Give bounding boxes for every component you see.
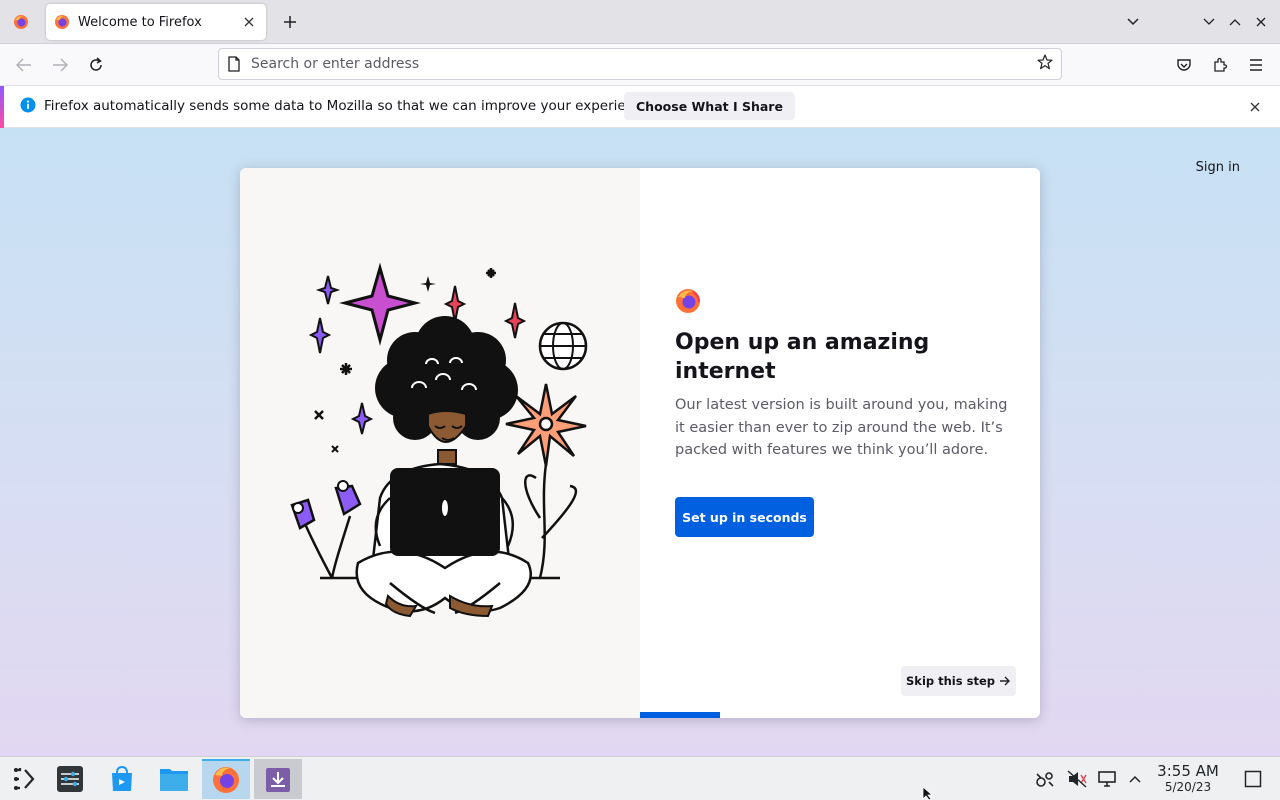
forward-icon[interactable] <box>46 51 74 79</box>
close-icon[interactable] <box>240 13 258 31</box>
show-desktop-icon[interactable] <box>1242 757 1264 800</box>
close-window-button[interactable] <box>1248 10 1274 34</box>
firefox-taskbar-item[interactable] <box>202 759 250 799</box>
close-icon <box>1256 17 1266 27</box>
clock[interactable]: 3:55 AM 5/20/23 <box>1150 762 1226 795</box>
system-settings-icon[interactable] <box>46 759 94 799</box>
taskbar: 3:55 AM 5/20/23 <box>0 756 1280 800</box>
clock-date: 5/20/23 <box>1164 780 1212 794</box>
page-icon <box>228 56 240 72</box>
chevron-up-icon[interactable] <box>1126 757 1144 800</box>
pocket-icon[interactable] <box>1170 51 1198 79</box>
page-title: Open up an amazing internet <box>675 330 930 384</box>
navigation-toolbar <box>0 44 1280 86</box>
info-icon <box>20 97 36 117</box>
content-panel: Open up an amazing internet Our latest v… <box>640 168 1040 718</box>
file-manager-icon[interactable] <box>150 759 198 799</box>
tab-strip: Welcome to Firefox <box>0 0 1280 44</box>
choose-what-i-share-button[interactable]: Choose What I Share <box>624 92 795 120</box>
chevron-down-icon[interactable] <box>1120 10 1146 34</box>
notification-accent <box>0 86 4 128</box>
maximize-button[interactable] <box>1222 10 1248 34</box>
url-bar[interactable] <box>218 48 1062 80</box>
skip-label: Skip this step <box>906 674 995 688</box>
skip-this-step-button[interactable]: Skip this step <box>901 666 1016 696</box>
onboarding-card: Open up an amazing internet Our latest v… <box>240 168 1040 718</box>
step-progress <box>640 712 1040 718</box>
page-content: Sign in Open up an amazing internet Our … <box>0 128 1280 756</box>
menu-icon[interactable] <box>1242 51 1270 79</box>
page-subtitle: Our latest version is built around you, … <box>675 397 1008 458</box>
notification-bar: Firefox automatically sends some data to… <box>0 86 1280 128</box>
arrow-right-icon <box>999 676 1010 686</box>
tab-title: Welcome to Firefox <box>78 14 202 30</box>
illustration-panel <box>240 168 640 718</box>
star-icon[interactable] <box>1037 54 1053 74</box>
minimize-button[interactable] <box>1196 10 1222 34</box>
mouse-cursor-icon <box>922 786 934 800</box>
notification-text: Firefox automatically sends some data to… <box>44 98 655 114</box>
person-with-laptop-illustration <box>290 262 588 618</box>
close-icon[interactable] <box>1246 98 1264 116</box>
search-input[interactable] <box>251 56 1037 72</box>
volume-muted-icon[interactable] <box>1066 757 1088 800</box>
installer-icon[interactable] <box>254 759 302 799</box>
plus-icon[interactable] <box>278 10 302 34</box>
firefox-view-button[interactable] <box>6 6 36 38</box>
network-icon[interactable] <box>1034 757 1056 800</box>
firefox-icon <box>14 15 28 29</box>
clock-time: 3:55 AM <box>1157 762 1219 780</box>
firefox-icon <box>675 288 701 318</box>
firefox-icon <box>55 15 69 29</box>
firefox-icon <box>213 767 239 793</box>
set-up-in-seconds-button[interactable]: Set up in seconds <box>675 497 814 537</box>
step-progress-fill <box>640 712 720 718</box>
display-icon[interactable] <box>1096 757 1118 800</box>
discover-icon[interactable] <box>98 759 146 799</box>
app-launcher-icon[interactable] <box>0 759 48 799</box>
extensions-icon[interactable] <box>1206 51 1234 79</box>
reload-icon[interactable] <box>82 51 110 79</box>
window-controls <box>1120 10 1274 34</box>
back-icon[interactable] <box>10 51 38 79</box>
sign-in-link[interactable]: Sign in <box>1196 160 1240 175</box>
tab-welcome[interactable]: Welcome to Firefox <box>46 4 266 40</box>
